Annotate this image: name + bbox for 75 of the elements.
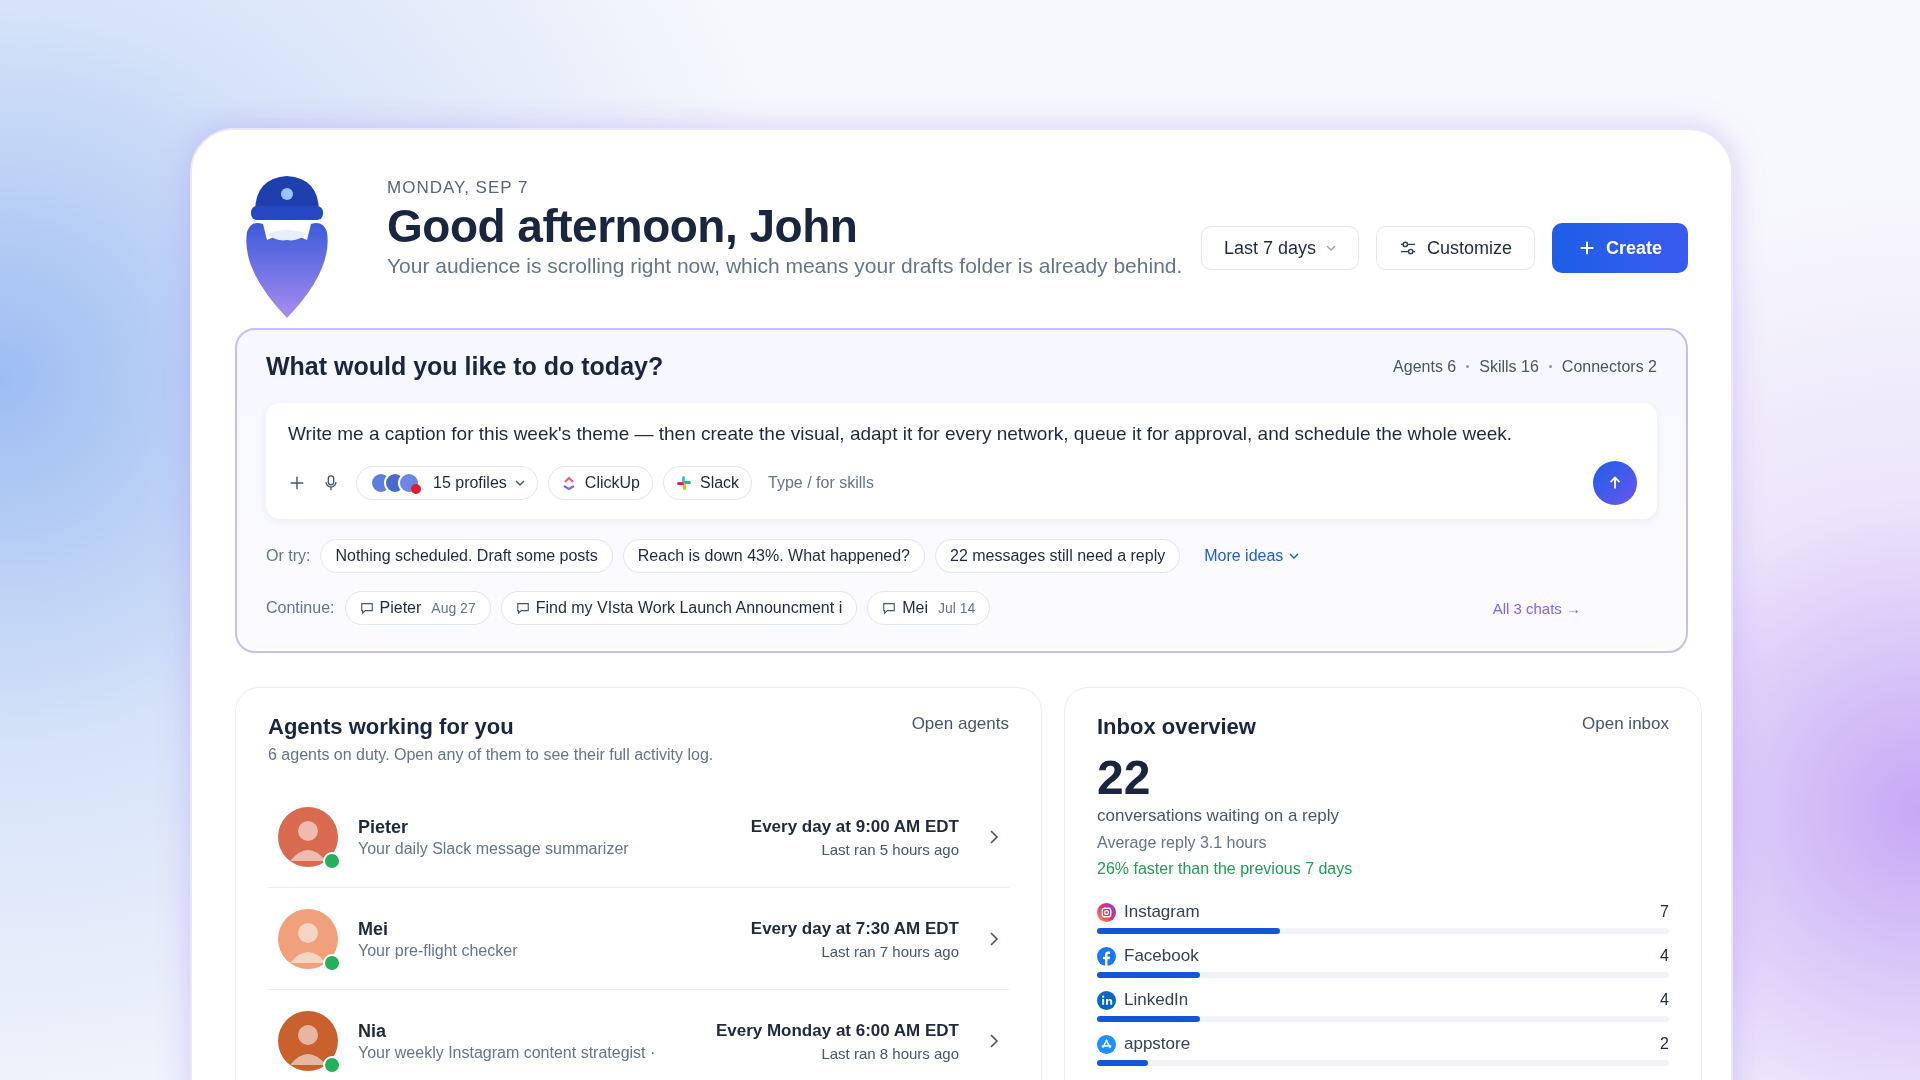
suggestion-chip[interactable]: Nothing scheduled. Draft some posts	[320, 539, 613, 573]
all-chats-link[interactable]: All 3 chats →	[1486, 598, 1587, 618]
create-button[interactable]: Create	[1551, 223, 1688, 273]
agent-schedule: Every Monday at 6:00 AM EDT	[715, 1020, 959, 1041]
skills-hint: Type / for skills	[768, 474, 874, 492]
chevron-right-icon	[989, 1033, 999, 1049]
agent-last-run: Last ran 5 hours ago	[820, 840, 959, 858]
channel-count: 7	[1660, 903, 1669, 921]
prompt-title: What would you like to do today?	[266, 352, 664, 381]
channel-name: appstore	[1124, 1034, 1191, 1054]
agent-role: Your weekly Instagram content strategist ·	[358, 1043, 657, 1062]
add-icon[interactable]	[288, 474, 306, 492]
greeting-subtitle: Your audience is scrolling right now, which means your drafts folder is already behind.	[387, 254, 1184, 279]
chevron-right-icon	[989, 829, 999, 845]
trend-text: 26% faster than the previous 7 days	[1097, 860, 1354, 878]
stat-label: Agents 6	[1393, 357, 1457, 376]
agents-title: Agents working for you	[268, 714, 515, 740]
channel-name: LinkedIn	[1124, 990, 1189, 1010]
more-ideas-link[interactable]: More ideas	[1198, 546, 1306, 566]
channel-count: 4	[1660, 947, 1669, 965]
agent-name: Pieter	[358, 816, 410, 838]
chat-bubble-icon	[515, 601, 530, 615]
prompt-field[interactable]: Write me a caption for this week's theme — then create the visual, adapt it for every network, queue it for approval, and schedule the whole week.	[288, 423, 1637, 445]
agent-row[interactable]: Nia Your weekly Instagram content strategist · Every Monday at 6:00 AM EDT Last ran 8 hours ago	[268, 990, 1009, 1080]
channel-name: Facebook	[1124, 946, 1199, 966]
facebook-icon	[1097, 946, 1116, 966]
connector-chip[interactable]: Slack	[662, 466, 753, 500]
agent-schedule: Every day at 9:00 AM EDT	[750, 816, 959, 837]
or-try-label: Or try:	[266, 547, 311, 565]
instagram-icon	[1097, 902, 1116, 922]
agent-last-run: Last ran 8 hours ago	[820, 1044, 959, 1062]
appstore-icon	[1097, 1034, 1116, 1054]
channel-name: Instagram	[1124, 902, 1200, 922]
date-range-dropdown[interactable]: Last 7 days	[1200, 226, 1359, 270]
chat-bubble-icon	[359, 601, 374, 615]
stat-label: Skills 16	[1479, 357, 1539, 376]
open-inbox-link[interactable]: Open inbox	[1582, 714, 1669, 734]
sliders-icon	[1398, 239, 1417, 257]
channel-count: 4	[1660, 991, 1669, 1009]
agent-row[interactable]: Mei Your pre-flight checker Every day at 7:30 AM EDT Last ran 7 hours ago	[268, 888, 1009, 990]
suggestion-chip[interactable]: Reach is down 43%. What happened?	[622, 539, 925, 573]
chat-chip[interactable]: Find my VIsta Work Launch Announcment i	[500, 591, 858, 625]
suggestion-chip[interactable]: 22 messages still need a reply	[935, 539, 1181, 573]
open-agents-link[interactable]: Open agents	[911, 714, 1009, 734]
agents-subtitle: 6 agents on duty. Open any of them to see their full activity log.	[268, 746, 714, 764]
chat-chip[interactable]: Pieter Aug 27	[344, 591, 491, 625]
date-label: MONDAY, SEP 7	[387, 178, 530, 198]
chevron-right-icon	[989, 931, 999, 947]
agent-schedule: Every day at 7:30 AM EDT	[750, 918, 959, 939]
average-reply: Average reply 3.1 hours	[1097, 834, 1268, 852]
greeting-title: Good afternoon, John	[387, 202, 859, 251]
channel-count: 2	[1660, 1035, 1669, 1053]
chevron-down-icon	[1289, 553, 1300, 559]
chevron-down-icon	[514, 480, 525, 486]
agent-role: Your pre-flight checker	[358, 941, 519, 960]
agent-role: Your daily Slack message summarizer	[358, 839, 630, 858]
agent-row[interactable]: Pieter Your daily Slack message summarizer Every day at 9:00 AM EDT Last ran 5 hours ago	[268, 786, 1009, 888]
chat-bubble-icon	[882, 601, 897, 615]
customize-button[interactable]: Customize	[1375, 226, 1535, 270]
chat-chip[interactable]: Mei Jul 14	[867, 591, 991, 625]
connector-chip[interactable]: ClickUp	[547, 466, 653, 500]
stat-label: Connectors 2	[1561, 357, 1657, 376]
profiles-dropdown[interactable]: 15 profiles	[356, 466, 538, 500]
chevron-down-icon	[1325, 245, 1336, 251]
waiting-caption: conversations waiting on a reply	[1097, 806, 1340, 826]
inbox-title: Inbox overview	[1097, 714, 1256, 740]
agent-name: Nia	[358, 1020, 387, 1042]
waiting-count: 22	[1097, 754, 1152, 802]
linkedin-icon	[1097, 990, 1116, 1010]
continue-label: Continue:	[266, 599, 335, 617]
slack-icon	[675, 475, 692, 491]
send-button[interactable]	[1593, 461, 1637, 505]
agent-name: Mei	[358, 918, 389, 940]
microphone-icon[interactable]	[322, 474, 340, 492]
agent-last-run: Last ran 7 hours ago	[820, 942, 959, 960]
